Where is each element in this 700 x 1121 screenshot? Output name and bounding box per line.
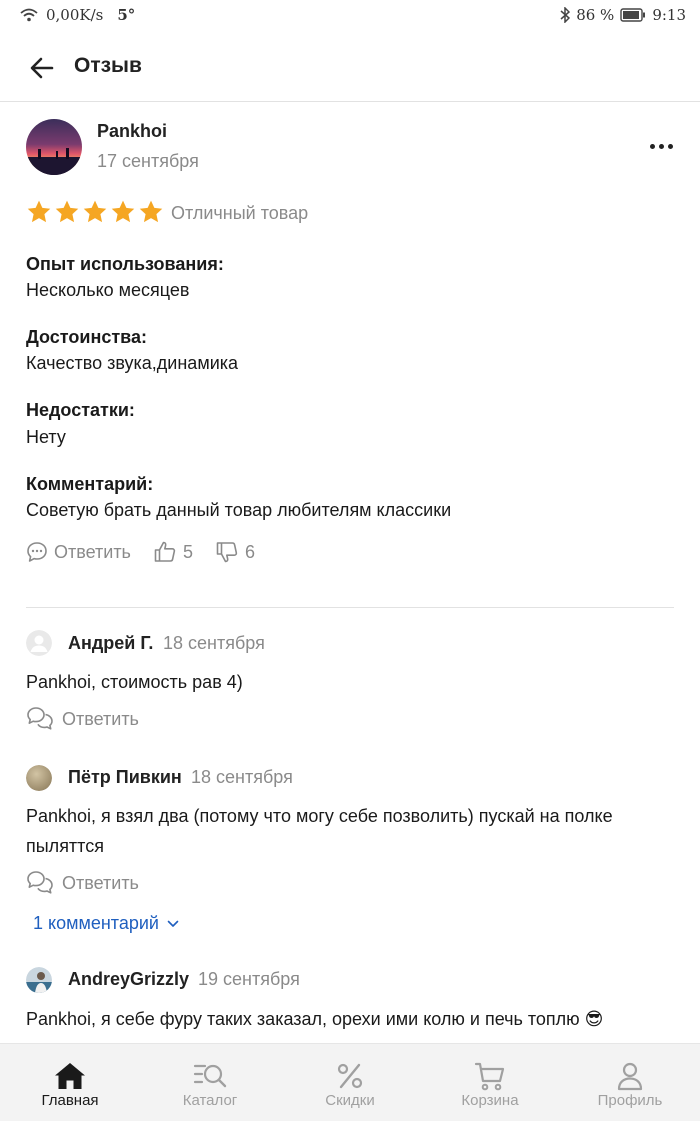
expand-replies-link[interactable]: 1 комментарий [33,913,179,934]
user-photo-avatar [26,765,52,791]
thumbs-up-icon [154,541,176,562]
star-icon [139,200,163,223]
reply-label: Ответить [54,541,131,562]
star-icon [111,200,135,223]
comment-date: 19 сентября [198,969,300,989]
nav-home[interactable]: Главная [0,1044,140,1121]
comment-reply-button[interactable]: Ответить [26,870,139,896]
comment-label: Комментарий: [26,474,154,494]
nav-profile-label: Профиль [597,1092,663,1109]
thumbs-down-icon [216,542,238,563]
bottom-navigation: Главная Каталог Скидки Корзина Профиль [0,1043,700,1121]
sunset-avatar-image [26,119,82,175]
star-icon [83,200,107,223]
comment-author[interactable]: Андрей Г. [68,633,153,654]
profile-icon [613,1060,647,1092]
comment-reply-label: Ответить [62,872,139,893]
cons-value: Нету [26,427,66,447]
divider [26,607,674,608]
nav-home-label: Главная [41,1092,99,1109]
comment-date: 18 сентября [191,767,293,787]
back-button[interactable] [24,52,60,84]
nav-cart[interactable]: Корзина [420,1044,560,1121]
home-icon [53,1060,87,1092]
dot [667,143,673,149]
comment-avatar[interactable] [26,630,52,656]
page-title: Отзыв [74,54,142,77]
temperature: 5° [117,6,136,24]
dot [649,143,655,149]
comment-reply-label: Ответить [62,708,139,729]
nav-discounts-label: Скидки [325,1092,375,1109]
experience-value: Несколько месяцев [26,280,190,300]
comment-value: Советую брать данный товар любителям кла… [26,500,452,520]
pros-value: Качество звука,динамика [26,353,239,373]
clock: 9:13 [652,6,686,24]
percent-icon [333,1060,367,1092]
comment-text: Pankhoi, я себе фуру таких заказал, орех… [26,1009,604,1029]
network-speed: 0,00K/s [46,6,104,24]
app-bar: Отзыв [0,34,700,102]
pros-label: Достоинства: [26,327,147,347]
chevron-down-icon [167,920,179,927]
catalog-search-icon [193,1060,227,1092]
comment-date: 18 сентября [163,633,265,653]
wifi-icon [20,8,38,22]
experience-label: Опыт использования: [26,254,224,274]
two-speech-bubbles-icon [27,871,53,894]
star-icon [55,200,79,223]
battery-percent: 86 % [576,6,615,24]
comment-text: Pankhoi, я взял два (потому что могу себ… [26,806,613,856]
nav-discounts[interactable]: Скидки [280,1044,420,1121]
comment-avatar[interactable] [26,765,52,791]
nav-profile[interactable]: Профиль [560,1044,700,1121]
speech-bubble-icon [27,542,47,562]
star-icon [27,200,51,223]
like-count: 5 [182,541,193,562]
review-date: 17 сентября [97,151,199,171]
more-options-button[interactable] [644,133,678,159]
nav-cart-label: Корзина [461,1092,519,1109]
comment-avatar[interactable] [26,967,52,993]
expand-replies-label: 1 комментарий [33,913,159,933]
default-user-avatar [26,630,52,656]
rating-text: Отличный товар [171,203,309,223]
reply-button[interactable]: Ответить [26,541,131,563]
comment-author[interactable]: AndreyGrizzly [68,969,189,990]
two-speech-bubbles-icon [27,707,53,730]
arrow-left-icon [30,57,54,79]
review-actions: Ответить 5 6 [26,538,255,566]
rating-stars [26,199,164,225]
nav-catalog-label: Каталог [182,1092,238,1109]
comment-reply-button[interactable]: Ответить [26,706,139,732]
comment-text: Pankhoi, стоимость рав 4) [26,672,243,692]
user-photo-avatar [26,967,52,993]
nav-catalog[interactable]: Каталог [140,1044,280,1121]
avatar[interactable] [26,119,82,175]
bluetooth-icon [560,7,571,23]
status-bar: 0,00K/s 5° 86 % 9:13 [0,0,700,34]
dislike-count: 6 [244,541,255,562]
cons-label: Недостатки: [26,400,135,420]
dislike-button[interactable]: 6 [215,540,255,564]
comment-author[interactable]: Пётр Пивкин [68,767,182,788]
dot [658,143,664,149]
like-button[interactable]: 5 [153,540,193,564]
battery-icon [620,8,646,22]
cart-icon [473,1060,507,1092]
review-author[interactable]: Pankhoi [97,121,167,142]
